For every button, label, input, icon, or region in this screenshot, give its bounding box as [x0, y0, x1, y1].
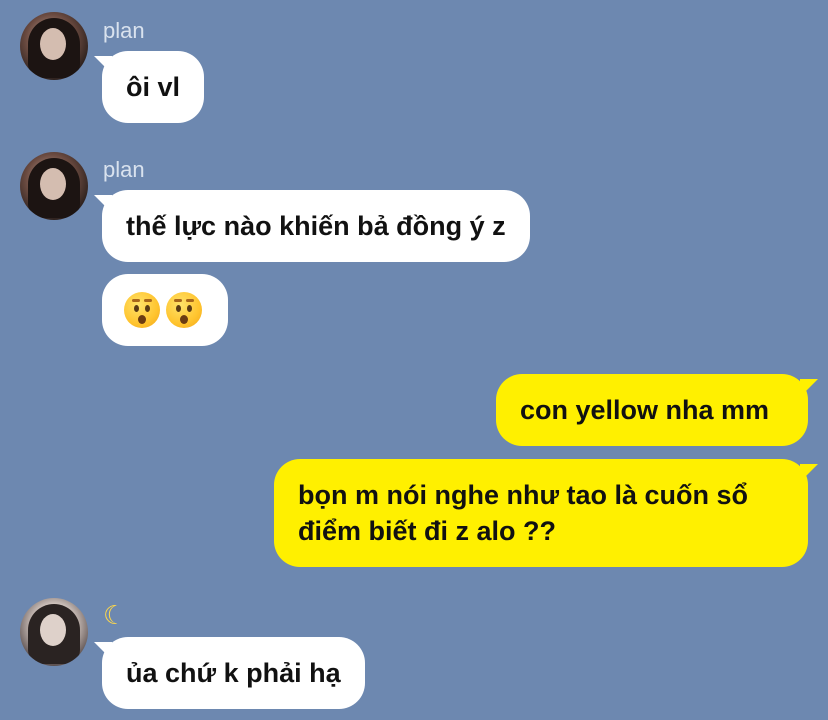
message-text-block: bọn m nói nghe như tao là cuốn sổ điểm b… [298, 477, 748, 549]
message-text-line: bọn m nói nghe như tao là cuốn sổ [298, 480, 749, 510]
message-bubble-incoming[interactable]: ủa chứ k phải hạ [102, 637, 365, 709]
sender-name: plan [103, 157, 145, 182]
hushed-face-emoji [166, 292, 202, 328]
message-text-line: điểm biết đi z alo ?? [298, 516, 557, 546]
bubble-tail [800, 464, 818, 482]
sender-name: plan [103, 18, 145, 43]
avatar-face [40, 28, 66, 60]
avatar-face [40, 614, 66, 646]
message-bubble-outgoing[interactable]: bọn m nói nghe như tao là cuốn sổ điểm b… [274, 459, 808, 567]
message-text: thế lực nào khiến bả đồng ý z [126, 211, 506, 241]
message-text: con yellow nha mm [520, 395, 770, 425]
message-bubble-emoji[interactable] [102, 274, 228, 346]
bubble-tail [800, 379, 818, 397]
crescent-moon-icon: ☾ [103, 600, 127, 630]
avatar-plan[interactable] [20, 152, 88, 220]
message-text: ôi vl [126, 72, 181, 102]
message-bubble-outgoing[interactable]: con yellow nha mm [496, 374, 808, 446]
hushed-face-emoji [124, 292, 160, 328]
message-text: ủa chứ k phải hạ [126, 658, 341, 688]
chat-window: plan ôi vl plan thế lực nào khiến bả đồn… [0, 0, 828, 720]
avatar-face [40, 168, 66, 200]
avatar-friend[interactable] [20, 598, 88, 666]
avatar-plan[interactable] [20, 12, 88, 80]
message-bubble-incoming[interactable]: thế lực nào khiến bả đồng ý z [102, 190, 530, 262]
message-bubble-incoming[interactable]: ôi vl [102, 51, 205, 123]
